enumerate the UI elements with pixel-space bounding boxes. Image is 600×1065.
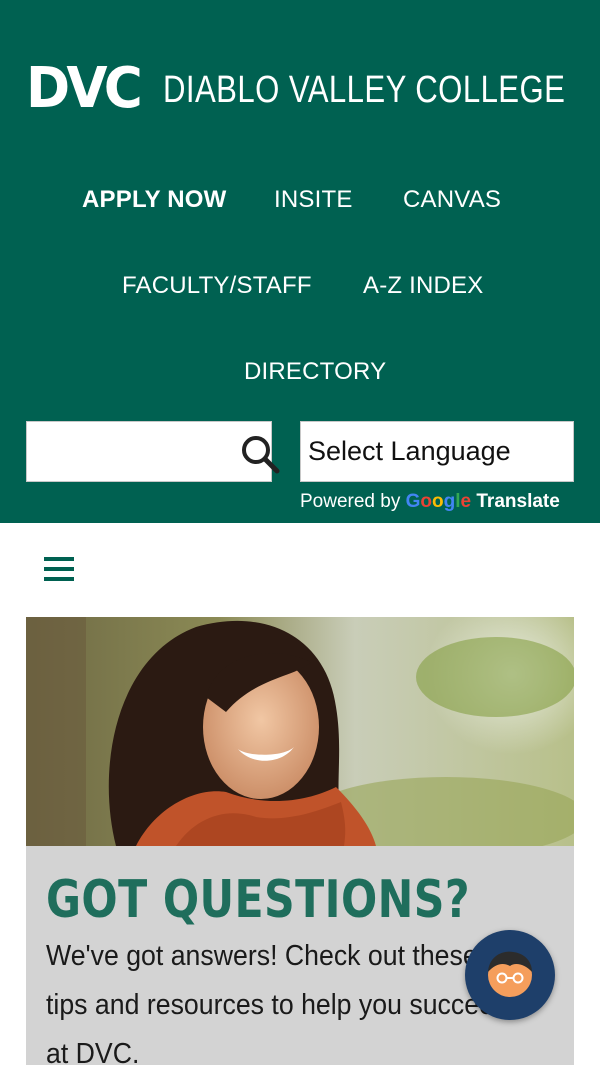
- google-letter: e: [460, 491, 472, 512]
- google-letter: o: [432, 491, 444, 512]
- chat-avatar-icon[interactable]: [465, 930, 555, 1020]
- translate-label: Translate: [476, 491, 560, 512]
- nav-a-z-index[interactable]: A-Z INDEX: [363, 272, 483, 300]
- card-title: GOT QUESTIONS?: [46, 870, 470, 930]
- search-input[interactable]: [27, 422, 217, 481]
- powered-by-text: Powered by: [300, 491, 401, 512]
- google-letter: g: [443, 491, 456, 512]
- logo-college-name: DIABLO VALLEY COLLEGE: [163, 69, 566, 111]
- google-letter: o: [420, 491, 433, 512]
- google-logo[interactable]: Google: [406, 491, 471, 512]
- search-box: [26, 421, 280, 482]
- language-select-value: Select Language: [308, 436, 511, 466]
- college-logo[interactable]: DVC DIABLO VALLEY COLLEGE: [26, 56, 576, 121]
- hero-photo-smiling-student: [26, 617, 574, 846]
- google-letter: G: [405, 491, 421, 512]
- site-header: DVC DIABLO VALLEY COLLEGE APPLY NOW INSI…: [0, 0, 600, 523]
- hamburger-menu-icon[interactable]: [44, 555, 74, 583]
- card-text: We've got answers! Check out these tips …: [46, 940, 509, 1065]
- nav-canvas[interactable]: CANVAS: [403, 186, 501, 214]
- nav-directory[interactable]: DIRECTORY: [244, 358, 386, 386]
- logo-mark: DVC: [26, 56, 143, 121]
- nav-apply-now[interactable]: APPLY NOW: [82, 186, 227, 214]
- nav-faculty-staff[interactable]: FACULTY/STAFF: [122, 272, 312, 300]
- language-select[interactable]: Select Language: [300, 421, 574, 482]
- google-translate-attribution: Powered by Google Translate: [300, 491, 560, 513]
- nav-insite[interactable]: INSITE: [274, 186, 353, 214]
- search-icon[interactable]: [239, 433, 280, 474]
